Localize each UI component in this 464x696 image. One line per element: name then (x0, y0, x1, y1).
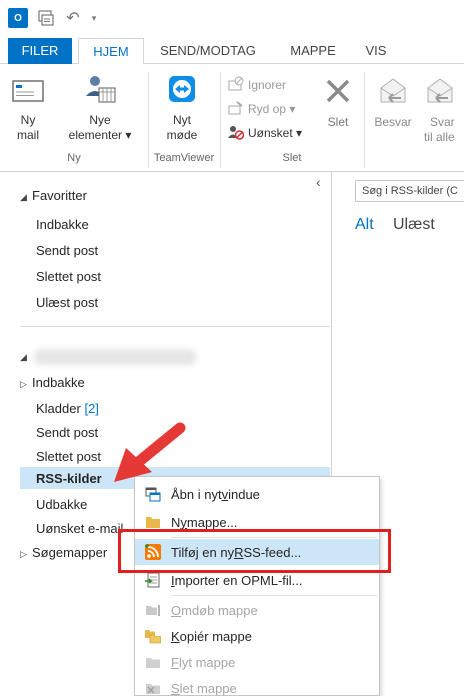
new-items-button[interactable]: Nye elementer ▾ (62, 74, 138, 143)
reply-all-button[interactable]: Svar til alle (420, 76, 464, 145)
menu-delete-folder[interactable]: Slet mappe (135, 675, 379, 696)
tab-file[interactable]: FILER (8, 38, 72, 64)
favorite-deleted[interactable]: Slettet post (36, 268, 101, 286)
expanded-triangle-icon: ◢ (20, 192, 27, 202)
favorite-sent[interactable]: Sendt post (36, 242, 98, 260)
new-items-icon (62, 74, 138, 108)
undo-icon[interactable]: ↶ (64, 8, 82, 28)
reply-all-label-1: Svar (430, 115, 455, 129)
ribbon: Ny mail Nye elementer ▾ Ny Nyt møde Team… (0, 64, 464, 172)
folder-icon (135, 515, 171, 529)
group-delete-label: Slet (282, 152, 302, 164)
reply-label: Besvar (374, 115, 412, 129)
inbox-folder[interactable]: ▷ Indbakke (20, 374, 85, 393)
reply-icon (370, 76, 416, 110)
new-mail-icon (6, 78, 50, 108)
pane-divider (20, 326, 330, 327)
junk-button[interactable]: Uønsket ▾ (228, 124, 302, 142)
tab-view[interactable]: VIS (356, 38, 396, 64)
new-mail-label-1: Ny (20, 113, 36, 127)
ignore-label: Ignorer (248, 78, 287, 92)
new-mail-label-2: mail (16, 128, 39, 142)
tab-send-receive[interactable]: SEND/MODTAG (150, 38, 266, 64)
expanded-triangle-icon: ◢ (20, 352, 27, 362)
new-mail-button[interactable]: Ny mail (6, 78, 50, 143)
collapsed-triangle-icon: ▷ (20, 549, 27, 559)
send-receive-icon[interactable] (36, 8, 56, 28)
cleanup-label: Ryd op ▾ (248, 102, 296, 116)
outlook-window: O ↶ ▾ FILER HJEM SEND/MODTAG MAPPE VIS N… (0, 0, 464, 696)
account-header[interactable]: ◢ (20, 348, 32, 363)
ignore-icon (228, 76, 244, 95)
drafts-count: [2] (84, 401, 99, 416)
junk-icon (228, 124, 245, 143)
search-folders[interactable]: ▷ Søgemapper (20, 544, 107, 563)
new-meeting-button[interactable]: Nyt møde (158, 74, 206, 143)
delete-label: Slet (327, 115, 349, 129)
quick-access-toolbar: O ↶ ▾ (0, 0, 464, 38)
new-meeting-label-1: Nyt (173, 113, 191, 127)
reply-all-label-2: til alle (424, 130, 455, 144)
reply-button[interactable]: Besvar (370, 76, 416, 130)
delete-button[interactable]: Slet (316, 76, 360, 130)
cleanup-button[interactable]: Ryd op ▾ (228, 100, 295, 118)
sent-folder[interactable]: Sendt post (36, 424, 98, 442)
favorite-unread[interactable]: Ulæst post (36, 294, 98, 312)
group-new-label: Ny (67, 152, 81, 164)
cleanup-icon (228, 100, 244, 119)
tab-home[interactable]: HJEM (78, 38, 144, 65)
annotation-highlight-box (118, 529, 391, 573)
collapse-pane-button[interactable]: ‹ (316, 174, 321, 190)
filter-all[interactable]: Alt (355, 216, 374, 234)
teamviewer-icon (158, 74, 206, 108)
context-menu: Åbn i nyt v indue Ny mappe... Tilføj en n… (134, 476, 380, 696)
filter-unread[interactable]: Ulæst (393, 216, 435, 234)
rss-folder[interactable]: RSS-kilder (36, 470, 102, 488)
account-name-blurred (34, 349, 196, 365)
group-teamviewer-label: TeamViewer (153, 152, 215, 164)
new-meeting-label-2: møde (166, 128, 198, 142)
outlook-logo-icon: O (8, 8, 28, 28)
new-items-label-1: Nye (89, 113, 111, 127)
drafts-folder[interactable]: Kladder [2] (36, 400, 99, 418)
ignore-button[interactable]: Ignorer (228, 76, 286, 94)
menu-move-folder[interactable]: Flyt mappe (135, 649, 379, 675)
tab-folder[interactable]: MAPPE (278, 38, 348, 64)
menu-copy-folder[interactable]: Kopiér mappe (135, 623, 379, 649)
ribbon-separator (364, 72, 365, 168)
move-folder-icon (135, 654, 171, 670)
deleted-folder[interactable]: Slettet post (36, 448, 101, 466)
new-items-label-2: elementer ▾ (68, 128, 132, 142)
favorites-header[interactable]: ◢ Favoritter (20, 188, 87, 203)
copy-folder-icon (135, 628, 171, 644)
customize-toolbar-icon[interactable]: ▾ (88, 8, 100, 28)
menu-rename-folder[interactable]: Omdøb mappe (135, 597, 379, 623)
ribbon-tabs: FILER HJEM SEND/MODTAG MAPPE VIS (0, 38, 464, 65)
reply-all-icon (424, 76, 464, 110)
junk-label: Uønsket ▾ (248, 126, 303, 140)
search-input[interactable]: Søg i RSS-kilder (C (355, 180, 464, 202)
delete-folder-icon (135, 680, 171, 696)
junk-email-folder[interactable]: Uønsket e-mail (36, 520, 123, 538)
favorite-inbox[interactable]: Indbakke (36, 216, 89, 234)
red-arrow-icon (114, 422, 186, 482)
delete-icon (316, 76, 360, 110)
outbox-folder[interactable]: Udbakke (36, 496, 87, 514)
collapsed-triangle-icon: ▷ (20, 379, 27, 389)
rename-icon (135, 602, 171, 618)
import-icon (135, 572, 171, 588)
menu-separator (171, 595, 377, 596)
